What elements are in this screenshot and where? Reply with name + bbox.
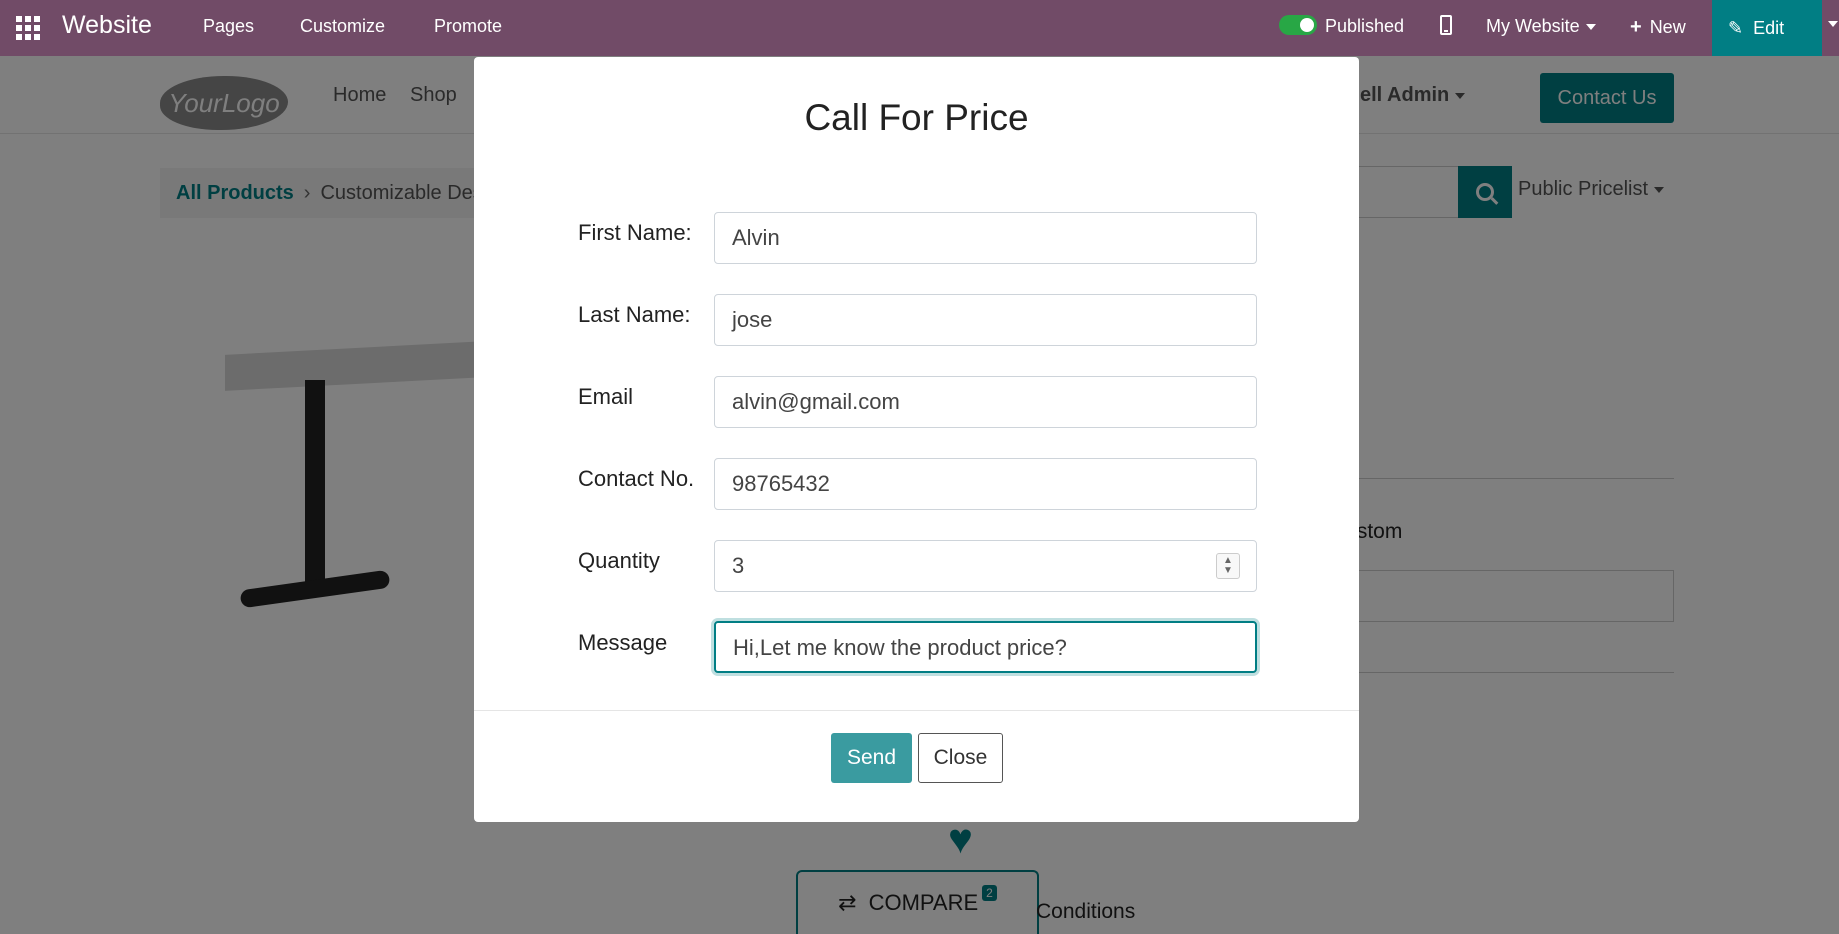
modal-title: Call For Price	[804, 97, 1029, 138]
chevron-down-icon	[1585, 24, 1596, 31]
contact-label: Contact No.	[578, 466, 695, 491]
quantity-input[interactable]: 3 ▲ ▼	[714, 540, 1257, 592]
quantity-label: Quantity	[578, 548, 660, 573]
email-label: Email	[578, 384, 634, 409]
my-website-dropdown[interactable]: My Website	[1486, 16, 1596, 37]
edit-dropdown-icon[interactable]	[1828, 21, 1838, 27]
message-input[interactable]: Hi,Let me know the product price?	[714, 621, 1257, 673]
menu-promote[interactable]: Promote	[434, 16, 502, 37]
edit-button[interactable]: ✎ Edit	[1712, 0, 1822, 56]
published-toggle[interactable]	[1279, 15, 1317, 35]
mobile-preview-icon[interactable]	[1440, 15, 1452, 35]
published-label: Published	[1325, 16, 1405, 36]
first-name-label: First Name:	[578, 220, 692, 245]
my-website-label: My Website	[1486, 16, 1580, 36]
quantity-stepper[interactable]: ▲ ▼	[1216, 553, 1240, 579]
close-button[interactable]: Close	[918, 733, 1003, 783]
modal-footer-divider	[474, 710, 1359, 711]
chevron-down-icon: ▼	[1223, 565, 1233, 576]
edit-label: Edit	[1753, 17, 1785, 38]
pencil-icon: ✎	[1728, 17, 1744, 38]
last-name-input[interactable]: jose	[714, 294, 1257, 346]
menu-customize[interactable]: Customize	[300, 16, 385, 37]
email-input[interactable]: alvin@gmail.com	[714, 376, 1257, 428]
admin-topbar: Website Pages Customize Promote Publishe…	[0, 0, 1839, 56]
menu-pages[interactable]: Pages	[203, 16, 254, 37]
new-button[interactable]: + New	[1630, 16, 1686, 39]
call-for-price-modal: Call For Price First Name: Alvin Last Na…	[474, 57, 1359, 822]
contact-input[interactable]: 98765432	[714, 458, 1257, 510]
website-brand[interactable]: Website	[62, 11, 152, 40]
first-name-input[interactable]: Alvin	[714, 212, 1257, 264]
message-label: Message	[578, 630, 668, 655]
apps-grid-icon[interactable]	[16, 16, 40, 40]
last-name-label: Last Name:	[578, 302, 691, 327]
send-button[interactable]: Send	[831, 733, 912, 783]
quantity-value: 3	[732, 553, 745, 578]
new-label: New	[1649, 17, 1686, 37]
plus-icon: +	[1630, 16, 1642, 38]
